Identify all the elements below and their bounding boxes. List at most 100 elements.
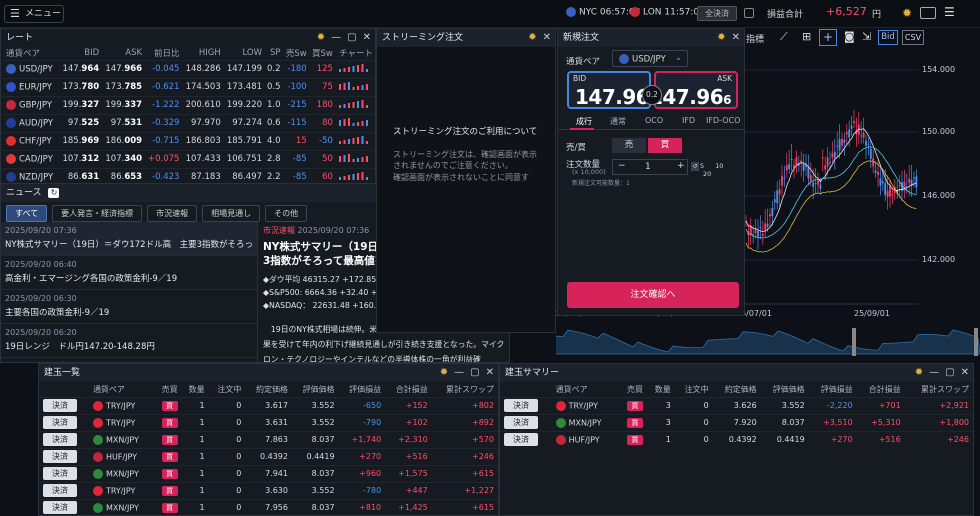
- rate-row[interactable]: EUR/JPY 173.780 173.785 -0.621 174.503 173.48…: [1, 77, 375, 96]
- candle-body: [783, 177, 786, 179]
- minimize-icon[interactable]: —: [331, 29, 341, 47]
- settle-button[interactable]: 決済: [43, 450, 77, 463]
- ask-price-box[interactable]: ASK 147.966: [649, 71, 738, 109]
- rate-row[interactable]: AUD/JPY 97.525 97.531 -0.329 97.970 97.274 0.6…: [1, 113, 375, 132]
- gear-icon[interactable]: ✹: [915, 364, 923, 382]
- rate-pair-cell: AUD/JPY: [1, 113, 61, 132]
- indicator-label[interactable]: 指標: [746, 32, 764, 45]
- rate-ask-cell[interactable]: 147.966: [103, 59, 147, 78]
- rate-row[interactable]: USD/JPY 147.964 147.966 -0.045 148.286 147.19…: [1, 59, 375, 78]
- rate-bid-cell[interactable]: 97.525: [60, 113, 104, 132]
- tab-oco[interactable]: OCO: [645, 116, 663, 125]
- rate-ask-cell[interactable]: 97.531: [103, 113, 147, 132]
- rate-bid-cell[interactable]: 185.969: [60, 131, 104, 150]
- settle-button[interactable]: 決済: [43, 484, 77, 497]
- qty-stepper[interactable]: − 1 +: [612, 159, 688, 175]
- plus-icon[interactable]: +: [677, 161, 685, 171]
- settle-button[interactable]: 決済: [43, 399, 77, 412]
- gear-icon[interactable]: ✹: [717, 29, 725, 47]
- gear-icon[interactable]: ✹: [440, 364, 448, 382]
- settings-gear-icon[interactable]: ✹: [902, 6, 912, 20]
- rate-sp: 4.0: [266, 131, 285, 150]
- all-settle-button[interactable]: 全決済: [697, 6, 737, 21]
- quick-10[interactable]: 10: [715, 162, 727, 170]
- settle-button[interactable]: 決済: [43, 433, 77, 446]
- crosshair-icon[interactable]: +: [819, 29, 837, 46]
- news-tab[interactable]: 要人発言・経済指標: [52, 205, 143, 222]
- news-tab[interactable]: その他: [265, 205, 308, 222]
- settle-button[interactable]: 決済: [504, 433, 538, 447]
- rate-sp: 1.0: [266, 95, 285, 114]
- news-item[interactable]: 2025/09/20 06:30 主要各国の政策金利-9／19: [1, 290, 257, 324]
- bid-price-box[interactable]: BID 147.964: [567, 71, 658, 109]
- menu-grid-icon[interactable]: ☰: [944, 5, 955, 19]
- minimize-icon[interactable]: —: [454, 364, 464, 382]
- rate-ask-cell[interactable]: 173.785: [103, 77, 147, 96]
- tab-ifd-oco[interactable]: IFD-OCO: [706, 116, 740, 125]
- news-tab[interactable]: すべて: [6, 205, 48, 222]
- settle-cell: 決済: [500, 396, 556, 414]
- draw-line-icon[interactable]: ⟋: [780, 30, 788, 44]
- buy-button[interactable]: 買: [648, 138, 682, 153]
- close-icon[interactable]: ✕: [961, 364, 969, 382]
- tab-market[interactable]: 成行: [576, 116, 592, 127]
- sell-button[interactable]: 売: [612, 138, 646, 153]
- close-icon[interactable]: ✕: [732, 29, 740, 47]
- news-item[interactable]: 2025/09/20 06:40 高金利・エマージング各国の政策金利-9／19: [1, 256, 257, 290]
- csv-button[interactable]: CSV: [902, 30, 924, 45]
- rate-ask-cell[interactable]: 199.337: [103, 95, 147, 114]
- news-tab[interactable]: 市況速報: [147, 205, 198, 222]
- rate-ask-cell[interactable]: 186.009: [103, 131, 147, 150]
- settle-button[interactable]: 決済: [43, 467, 77, 480]
- pair-select[interactable]: USD/JPY ⌄: [612, 50, 688, 67]
- rate-bid-cell[interactable]: 199.327: [60, 95, 104, 114]
- rate-bid-cell[interactable]: 173.780: [60, 77, 104, 96]
- rate-row[interactable]: CHF/JPY 185.969 186.009 -0.715 186.803 185.79…: [1, 131, 375, 150]
- camera-icon[interactable]: ◙: [844, 30, 855, 43]
- maximize-icon[interactable]: ▢: [347, 29, 356, 47]
- pin-icon[interactable]: ⇲: [862, 30, 871, 43]
- order-confirm-button[interactable]: 注文確認へ: [567, 282, 739, 308]
- close-icon[interactable]: ✕: [363, 29, 371, 47]
- qty-value[interactable]: 1: [645, 162, 651, 172]
- position-pair-cell: MXN/JPY: [555, 413, 622, 431]
- summary-title: 建玉サマリー ✹ — ▢ ✕: [500, 364, 973, 382]
- news-tab[interactable]: 相場見通し: [202, 205, 261, 222]
- rate-ask-dec: 531: [124, 118, 143, 128]
- minus-icon[interactable]: −: [618, 161, 626, 171]
- menu-button[interactable]: ☰ メニュー: [4, 5, 64, 23]
- news-item[interactable]: 2025/09/20 07:36 NY株式サマリー（19日）＝ダウ172ドル高 主…: [1, 222, 257, 256]
- reset-icon[interactable]: ↺: [691, 162, 699, 171]
- rate-bid-cell[interactable]: 147.964: [60, 59, 104, 78]
- gear-icon[interactable]: ✹: [317, 29, 325, 47]
- y-tick-142: 142.000: [922, 255, 956, 264]
- quick-20[interactable]: 20: [703, 170, 715, 178]
- gear-icon[interactable]: ✹: [528, 29, 536, 47]
- close-icon[interactable]: ✕: [486, 364, 494, 382]
- tab-limit[interactable]: 通常: [610, 116, 626, 127]
- rate-row[interactable]: CAD/JPY 107.312 107.340 +0.075 107.433 106.75…: [1, 149, 375, 168]
- news-item[interactable]: 2025/09/20 06:20 19日レンジ ドル円147.20-148.28円: [1, 324, 257, 358]
- maximize-icon[interactable]: ▢: [470, 364, 479, 382]
- window-icon[interactable]: [920, 7, 936, 19]
- tab-ifd[interactable]: IFD: [682, 116, 695, 125]
- settle-button[interactable]: 決済: [43, 501, 77, 515]
- settle-button[interactable]: 決済: [504, 416, 538, 429]
- rate-ask-cell[interactable]: 107.340: [103, 149, 147, 168]
- pl-toggle-checkbox[interactable]: [744, 8, 754, 18]
- close-icon[interactable]: ✕: [543, 29, 551, 47]
- maximize-icon[interactable]: ▢: [945, 364, 954, 382]
- rates-title: レート ✹ — ▢ ✕: [1, 29, 375, 47]
- rate-pair: CHF/JPY: [19, 136, 52, 147]
- bid-toggle-button[interactable]: Bid: [878, 30, 898, 45]
- chart-type-icon[interactable]: ⊞: [802, 30, 811, 43]
- candle-body: [869, 148, 872, 159]
- minimize-icon[interactable]: —: [929, 364, 939, 382]
- settle-button[interactable]: 決済: [504, 399, 538, 412]
- position-eval: 8.037: [293, 430, 341, 448]
- settle-button[interactable]: 決済: [43, 416, 77, 429]
- rate-bid-cell[interactable]: 107.312: [60, 149, 104, 168]
- rate-row[interactable]: GBP/JPY 199.327 199.337 -1.222 200.610 199.22…: [1, 95, 375, 114]
- quick-5[interactable]: 5: [700, 162, 709, 170]
- refresh-icon[interactable]: ↻: [48, 188, 60, 198]
